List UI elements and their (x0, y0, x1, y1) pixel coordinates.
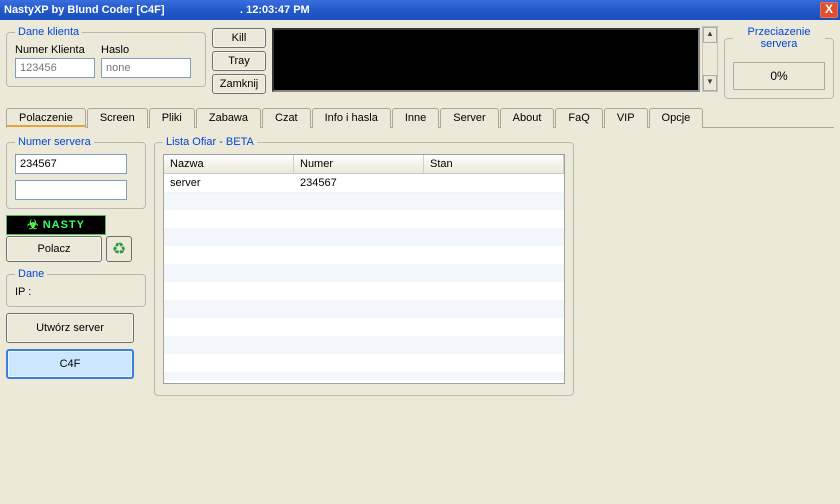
client-pass-label: Haslo (101, 44, 191, 56)
victims-header: Nazwa Numer Stan (164, 155, 564, 174)
client-num-label: Numer Klienta (15, 44, 95, 56)
overload-value: 0% (733, 62, 825, 90)
cell-name: server (164, 174, 294, 192)
victims-fieldset: Lista Ofiar - BETA Nazwa Numer Stan serv… (154, 136, 574, 396)
col-number[interactable]: Numer (294, 155, 424, 173)
tab-vip[interactable]: VIP (604, 108, 648, 128)
window-time: . 12:03:47 PM (240, 4, 310, 16)
ip-label: IP : (15, 286, 137, 298)
server-number-legend: Numer servera (15, 136, 94, 148)
tab-polaczenie[interactable]: Polaczenie (6, 108, 86, 128)
server-number-input-2[interactable] (15, 180, 127, 200)
tab-bar: PolaczenieScreenPlikiZabawaCzatInfo i ha… (6, 107, 834, 128)
tab-inne[interactable]: Inne (392, 108, 439, 128)
c4f-button[interactable]: C4F (6, 349, 134, 379)
titlebar[interactable]: NastyXP by Blund Coder [C4F] . 12:03:47 … (0, 0, 840, 20)
console-panel (272, 28, 700, 92)
victims-list[interactable]: Nazwa Numer Stan server234567 (163, 154, 565, 384)
tab-opcje[interactable]: Opcje (649, 108, 704, 128)
col-state[interactable]: Stan (424, 155, 564, 173)
client-pass-input[interactable] (101, 58, 191, 78)
tab-info-i-hasla[interactable]: Info i hasla (312, 108, 391, 128)
kill-button[interactable]: Kill (212, 28, 266, 48)
tab-pliki[interactable]: Pliki (149, 108, 195, 128)
table-row[interactable]: server234567 (164, 174, 564, 193)
scrollbar-vertical[interactable]: ▲ ▼ (702, 26, 718, 92)
col-name[interactable]: Nazwa (164, 155, 294, 173)
scroll-up-icon[interactable]: ▲ (703, 27, 717, 43)
window-title: NastyXP by Blund Coder [C4F] (4, 4, 165, 16)
dane-legend: Dane (15, 268, 47, 280)
tab-about[interactable]: About (500, 108, 555, 128)
close-button[interactable]: Zamknij (212, 74, 266, 94)
tab-server[interactable]: Server (440, 108, 498, 128)
nasty-logo: ☣ NASTY (6, 215, 106, 235)
scroll-down-icon[interactable]: ▼ (703, 75, 717, 91)
overload-legend: Przeciazenie servera (733, 26, 825, 50)
overload-fieldset: Przeciazenie servera 0% (724, 26, 834, 99)
tray-button[interactable]: Tray (212, 51, 266, 71)
server-number-input[interactable] (15, 154, 127, 174)
tab-czat[interactable]: Czat (262, 108, 311, 128)
server-number-fieldset: Numer servera (6, 136, 146, 209)
client-num-input[interactable] (15, 58, 95, 78)
create-server-button[interactable]: Utwórz server (6, 313, 134, 343)
close-icon[interactable]: X (820, 2, 838, 18)
biohazard-icon: ☣ (27, 217, 40, 233)
victims-legend: Lista Ofiar - BETA (163, 136, 257, 148)
tab-screen[interactable]: Screen (87, 108, 148, 128)
tab-faq[interactable]: FaQ (555, 108, 602, 128)
client-fieldset: Dane klienta Numer Klienta Haslo (6, 26, 206, 87)
refresh-icon[interactable]: ♻ (106, 236, 132, 262)
client-legend: Dane klienta (15, 26, 82, 38)
tab-zabawa[interactable]: Zabawa (196, 108, 261, 128)
cell-number: 234567 (294, 174, 424, 192)
connect-button[interactable]: Polacz (6, 236, 102, 262)
dane-fieldset: Dane IP : (6, 268, 146, 307)
logo-text: NASTY (43, 219, 85, 231)
cell-state (424, 174, 564, 192)
